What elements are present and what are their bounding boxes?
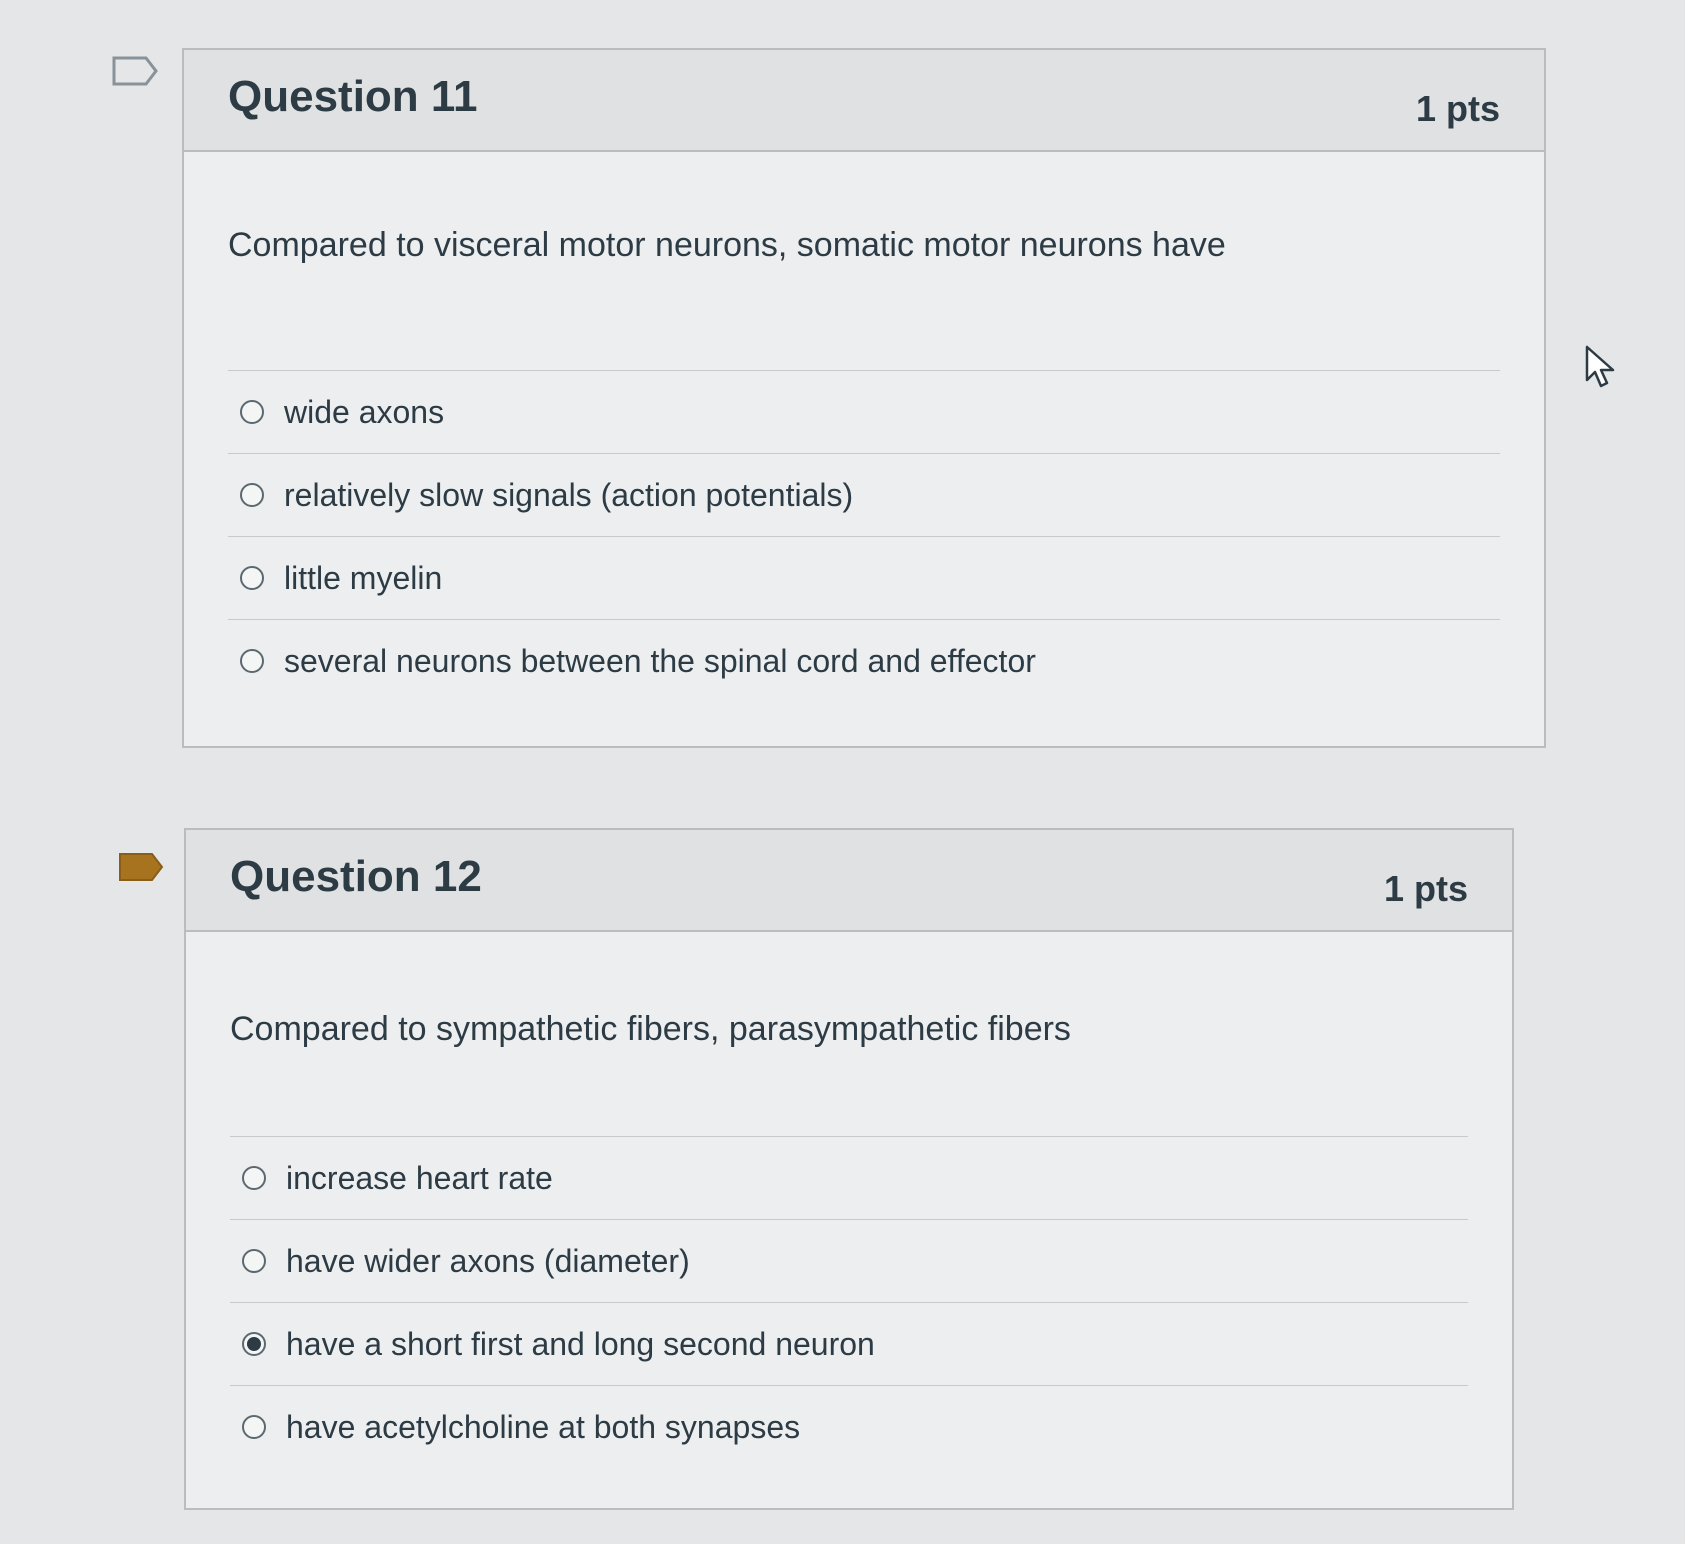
answer-label[interactable]: have acetylcholine at both synapses [286, 1409, 800, 1446]
question-11: Question 11 1 pts Compared to visceral m… [182, 48, 1546, 748]
answer-list: increase heart rate have wider axons (di… [230, 1136, 1468, 1468]
flag-question-icon[interactable] [118, 852, 164, 882]
answer-option[interactable]: have a short first and long second neuro… [230, 1302, 1468, 1385]
answer-option[interactable]: several neurons between the spinal cord … [228, 619, 1500, 702]
answer-option[interactable]: have wider axons (diameter) [230, 1219, 1468, 1302]
question-header: Question 11 1 pts [184, 50, 1544, 152]
radio-button[interactable] [240, 566, 264, 590]
question-title: Question 11 [228, 72, 478, 121]
radio-button[interactable] [242, 1415, 266, 1439]
answer-label[interactable]: relatively slow signals (action potentia… [284, 477, 853, 514]
answer-option[interactable]: relatively slow signals (action potentia… [228, 453, 1500, 536]
question-points: 1 pts [1415, 88, 1500, 129]
answer-label[interactable]: little myelin [284, 560, 442, 597]
answer-label[interactable]: wide axons [284, 394, 444, 431]
answer-option[interactable]: have acetylcholine at both synapses [230, 1385, 1468, 1468]
answer-list: wide axons relatively slow signals (acti… [228, 370, 1500, 702]
answer-option[interactable]: wide axons [228, 370, 1500, 453]
answer-label[interactable]: increase heart rate [286, 1160, 553, 1197]
radio-button[interactable] [240, 400, 264, 424]
flag-question-icon[interactable] [112, 56, 158, 86]
radio-button[interactable] [240, 483, 264, 507]
radio-button[interactable] [240, 649, 264, 673]
radio-button-selected[interactable] [242, 1332, 266, 1356]
answer-label[interactable]: have wider axons (diameter) [286, 1243, 690, 1280]
answer-option[interactable]: little myelin [228, 536, 1500, 619]
radio-button[interactable] [242, 1249, 266, 1273]
question-prompt: Compared to sympathetic fibers, parasymp… [230, 1010, 1071, 1048]
question-prompt: Compared to visceral motor neurons, soma… [228, 226, 1226, 264]
answer-option[interactable]: increase heart rate [230, 1136, 1468, 1219]
answer-label[interactable]: several neurons between the spinal cord … [284, 643, 1036, 680]
question-title: Question 12 [230, 852, 482, 901]
answer-label[interactable]: have a short first and long second neuro… [286, 1326, 875, 1363]
question-12: Question 12 1 pts Compared to sympatheti… [184, 828, 1514, 1510]
mouse-pointer-icon [1584, 344, 1618, 390]
question-header: Question 12 1 pts [186, 830, 1512, 932]
radio-button[interactable] [242, 1166, 266, 1190]
question-points: 1 pts [1383, 868, 1468, 909]
